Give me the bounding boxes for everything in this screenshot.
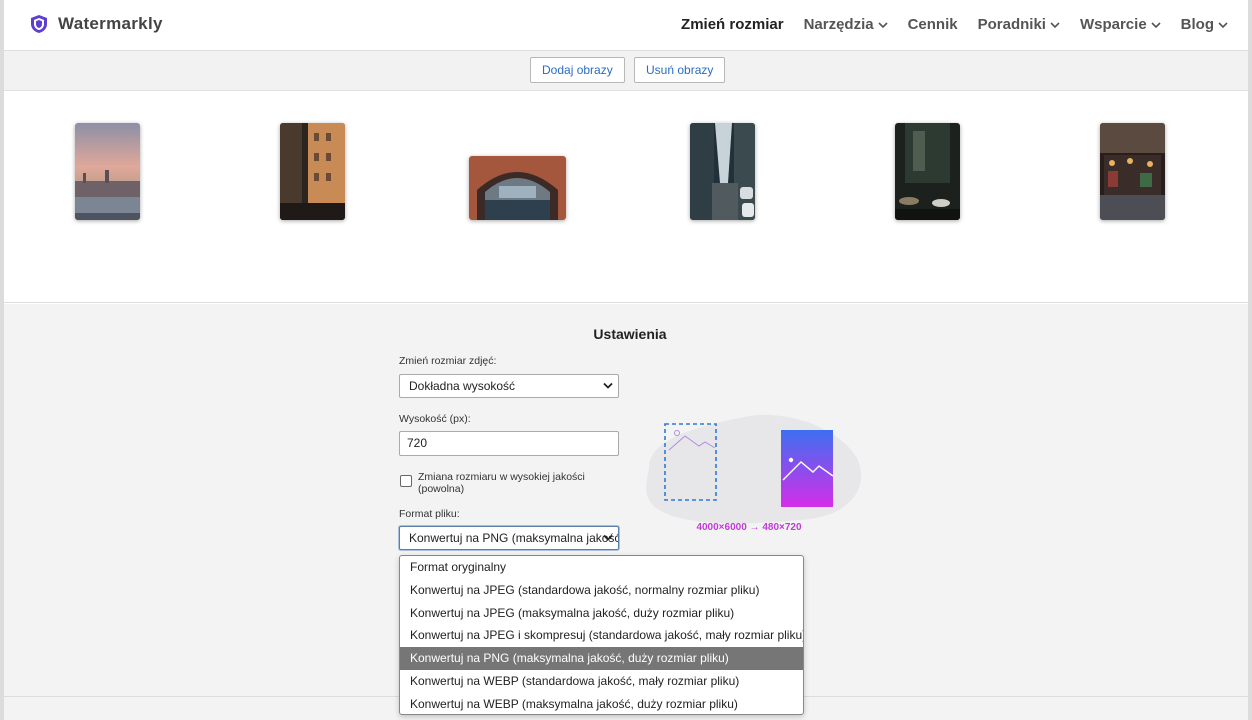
thumb-street-buildings[interactable]	[280, 123, 345, 220]
image-cafe-terrace	[895, 123, 960, 220]
illustration-caption: 4000×6000 → 480×720	[696, 522, 802, 533]
image-shop-front	[1100, 123, 1165, 220]
nav-item-label: Cennik	[907, 16, 958, 33]
height-input[interactable]: 720	[399, 431, 619, 456]
format-option[interactable]: Format oryginalny	[400, 556, 803, 579]
hq-resize-checkbox[interactable]	[400, 475, 412, 487]
thumb-cafe-terrace[interactable]	[895, 123, 960, 220]
format-option[interactable]: Konwertuj na JPEG (maksymalna jakość, du…	[400, 602, 803, 625]
resize-mode-select[interactable]: Dokładna wysokość	[399, 374, 619, 398]
nav-item-blog[interactable]: Blog	[1181, 16, 1228, 33]
format-option-selected[interactable]: Konwertuj na PNG (maksymalna jakość, duż…	[400, 647, 803, 670]
image-city-sunset	[75, 123, 140, 220]
chevron-down-icon	[603, 382, 613, 389]
resize-label: Zmień rozmiar zdjęć:	[399, 355, 497, 367]
resize-mode-value: Dokładna wysokość	[409, 379, 516, 393]
logo-text: Watermarkly	[58, 14, 163, 33]
thumb-shop-front[interactable]	[1100, 123, 1165, 220]
file-format-value: Konwertuj na PNG (maksymalna jakość, duż…	[409, 531, 618, 545]
nav-item-resize[interactable]: Zmień rozmiar	[681, 16, 784, 33]
logo[interactable]: Watermarkly	[30, 14, 163, 34]
file-format-dropdown: Format oryginalny Konwertuj na JPEG (sta…	[399, 555, 804, 715]
nav-item-support[interactable]: Wsparcie	[1080, 16, 1161, 33]
image-street-buildings	[280, 123, 345, 220]
file-format-select[interactable]: Konwertuj na PNG (maksymalna jakość, duż…	[399, 526, 619, 550]
nav-item-tools[interactable]: Narzędzia	[804, 16, 888, 33]
hq-resize-label: Zmiana rozmiaru w wysokiej jakości (powo…	[418, 471, 585, 495]
height-label: Wysokość (px):	[399, 413, 471, 425]
top-header: Watermarkly Zmień rozmiar Narzędzia Cenn…	[4, 0, 1248, 51]
remove-images-button[interactable]: Usuń obrazy	[634, 57, 726, 83]
chevron-down-icon	[603, 534, 613, 541]
thumb-canal-arch[interactable]	[469, 156, 566, 220]
thumb-city-sunset[interactable]	[75, 123, 140, 220]
image-canal-arch	[469, 156, 566, 220]
image-street-cars	[690, 123, 755, 220]
resize-illustration	[646, 414, 862, 524]
format-option[interactable]: Konwertuj na JPEG (standardowa jakość, n…	[400, 579, 803, 602]
shield-logo-icon	[31, 15, 47, 33]
chevron-down-icon	[878, 21, 888, 28]
format-option[interactable]: Konwertuj na WEBP (standardowa jakość, m…	[400, 670, 803, 693]
format-option[interactable]: Konwertuj na WEBP (maksymalna jakość, du…	[400, 693, 803, 714]
nav-item-label: Zmień rozmiar	[681, 16, 784, 33]
nav-item-pricing[interactable]: Cennik	[908, 16, 958, 33]
nav-item-label: Poradniki	[977, 16, 1046, 33]
main-nav: Zmień rozmiar Narzędzia Cennik Poradniki…	[681, 16, 1228, 33]
chevron-down-icon	[1151, 21, 1161, 28]
thumb-street-cars[interactable]	[690, 123, 755, 220]
chevron-down-icon	[1218, 21, 1228, 28]
format-label: Format pliku:	[399, 508, 460, 520]
nav-item-label: Narzędzia	[803, 16, 874, 33]
nav-item-label: Wsparcie	[1079, 16, 1147, 33]
nav-item-label: Blog	[1180, 16, 1214, 33]
image-gallery	[4, 91, 1248, 303]
format-option[interactable]: Konwertuj na JPEG i skompresuj (standard…	[400, 624, 803, 647]
chevron-down-icon	[1050, 21, 1060, 28]
image-toolbar: Dodaj obrazy Usuń obrazy	[4, 51, 1248, 91]
add-images-button[interactable]: Dodaj obrazy	[530, 57, 625, 83]
nav-item-guides[interactable]: Poradniki	[978, 16, 1060, 33]
settings-title: Ustawienia	[593, 326, 667, 342]
